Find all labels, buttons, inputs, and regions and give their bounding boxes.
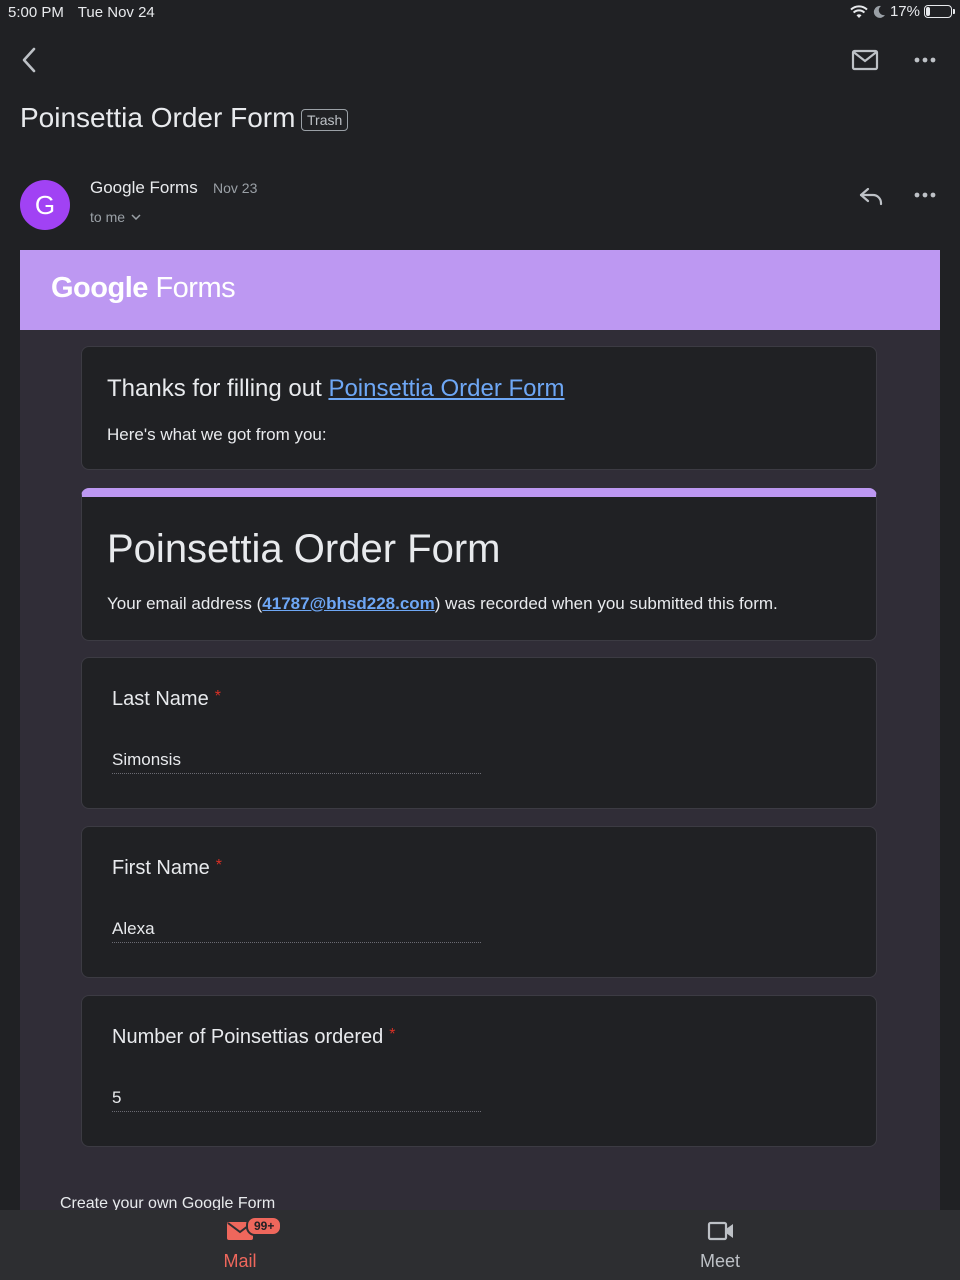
- google-forms-logo: Google Forms: [51, 272, 236, 304]
- chevron-down-icon: [131, 214, 141, 220]
- battery-percent: 17%: [889, 3, 920, 20]
- status-date: Tue Nov 24: [77, 4, 155, 21]
- message-more-button[interactable]: [908, 179, 942, 211]
- required-marker: *: [214, 688, 221, 705]
- required-marker: *: [389, 1026, 396, 1043]
- got-text: Here's what we got from you:: [107, 425, 327, 444]
- mail-icon: [851, 49, 879, 71]
- answer-value: 5: [112, 1088, 481, 1112]
- sender-avatar[interactable]: G: [20, 180, 70, 230]
- status-bar-left: 5:00 PM Tue Nov 24: [8, 4, 165, 21]
- form-link[interactable]: Poinsettia Order Form: [328, 375, 564, 402]
- answer-value: Simonsis: [112, 750, 481, 774]
- email-subject: Poinsettia Order Form: [20, 102, 296, 133]
- tab-mail-label: Mail: [223, 1251, 257, 1271]
- form-title: Poinsettia Order Form: [107, 527, 501, 571]
- more-options-button[interactable]: [908, 44, 942, 76]
- question-label: First Name *: [112, 857, 223, 879]
- tab-meet[interactable]: Meet: [480, 1210, 960, 1280]
- create-form-link[interactable]: Create your own Google Form: [60, 1195, 275, 1210]
- form-title-card: Poinsettia Order Form Your email address…: [81, 488, 877, 641]
- answer-value: Alexa: [112, 919, 481, 943]
- reply-button[interactable]: [854, 180, 888, 212]
- tab-mail[interactable]: 99+ Mail: [0, 1210, 480, 1280]
- question-label: Last Name *: [112, 688, 221, 710]
- wifi-icon: [850, 4, 868, 18]
- video-camera-icon: [707, 1221, 733, 1241]
- status-bar-right: 17%: [850, 3, 955, 20]
- email-recorded-text: Your email address (41787@bhsd228.com) w…: [107, 594, 778, 613]
- email-date: Nov 23: [213, 180, 258, 196]
- more-horizontal-icon: [914, 57, 936, 63]
- bottom-tab-bar: 99+ Mail Meet: [0, 1210, 960, 1280]
- recipient-details-toggle[interactable]: to me: [90, 209, 141, 225]
- mark-unread-button[interactable]: [848, 44, 882, 76]
- question-card-quantity: Number of Poinsettias ordered * 5: [81, 995, 877, 1147]
- more-horizontal-icon: [914, 192, 936, 198]
- respondent-email-link[interactable]: 41787@bhsd228.com: [262, 594, 435, 613]
- thanks-card: Thanks for filling out Poinsettia Order …: [81, 346, 877, 470]
- back-chevron-icon: [22, 47, 36, 73]
- unread-count-badge: 99+: [246, 1216, 283, 1236]
- thanks-heading: Thanks for filling out Poinsettia Order …: [107, 375, 565, 402]
- battery-fill: [926, 7, 930, 16]
- moon-icon: [873, 5, 885, 18]
- email-body: Google Forms Thanks for filling out Poin…: [20, 250, 940, 1210]
- reply-icon: [859, 187, 883, 206]
- back-button[interactable]: [14, 44, 44, 76]
- required-marker: *: [215, 857, 223, 874]
- question-card-first-name: First Name * Alexa: [81, 826, 877, 978]
- google-forms-header: Google Forms: [20, 250, 940, 330]
- question-card-last-name: Last Name * Simonsis: [81, 657, 877, 809]
- label-badge[interactable]: Trash: [301, 109, 349, 131]
- question-label: Number of Poinsettias ordered *: [112, 1026, 396, 1048]
- sender-name[interactable]: Google Forms: [90, 178, 198, 198]
- status-time: 5:00 PM: [8, 4, 64, 21]
- tab-meet-label: Meet: [699, 1251, 741, 1271]
- battery-icon: [924, 5, 955, 18]
- recipient-label: to me: [90, 209, 126, 225]
